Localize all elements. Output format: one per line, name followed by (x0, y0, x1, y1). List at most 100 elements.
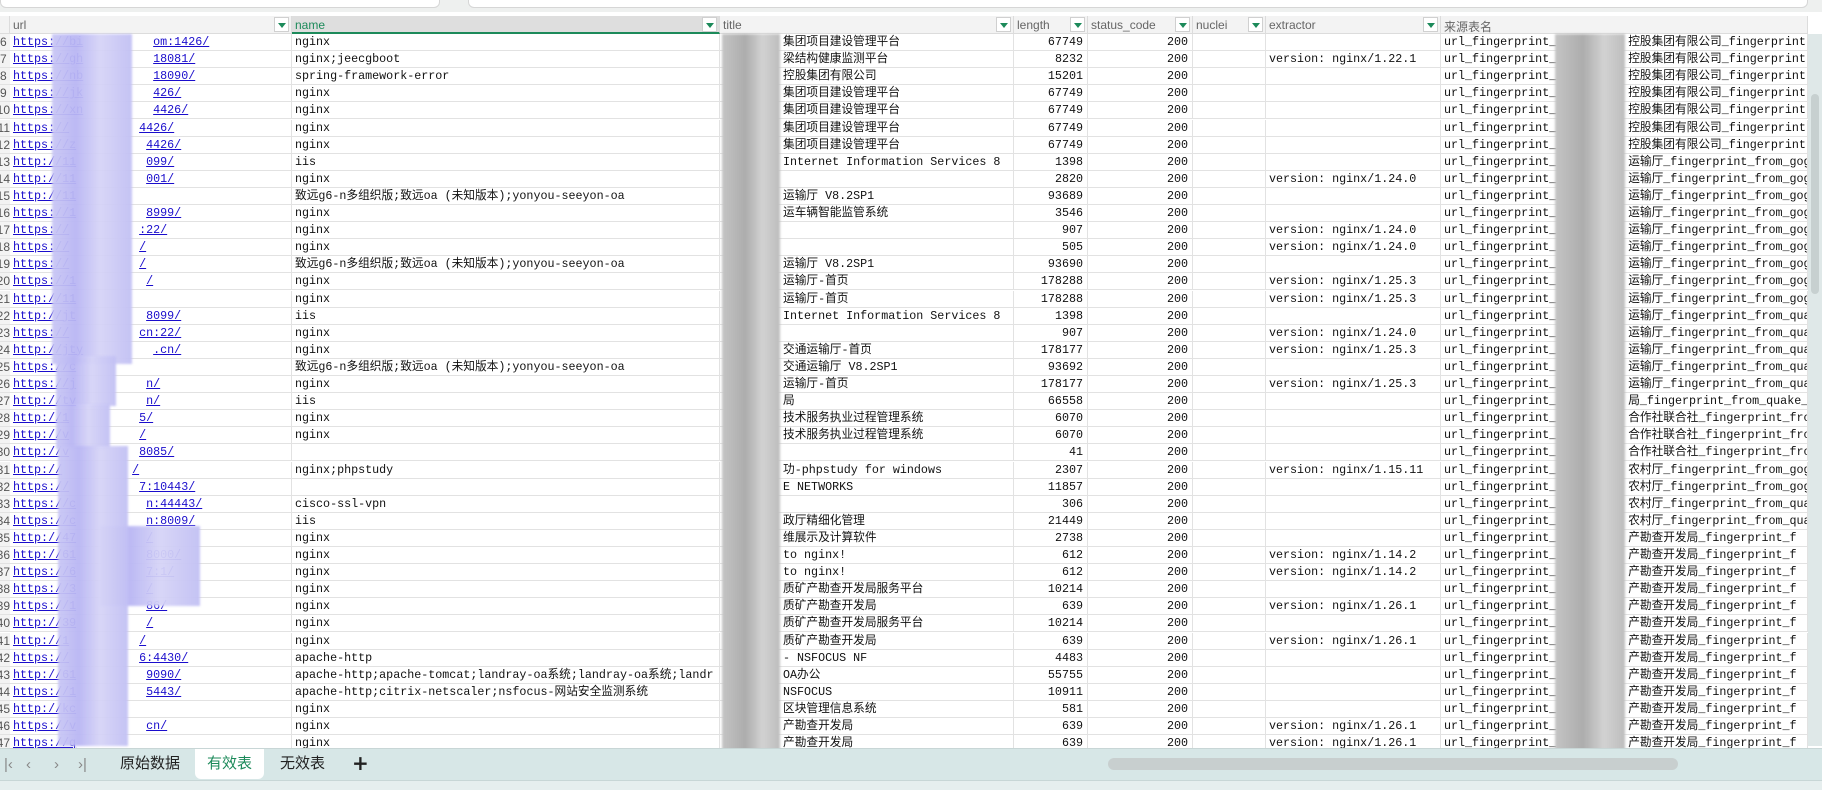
name-cell[interactable] (292, 478, 720, 496)
name-cell[interactable]: iis (292, 307, 720, 325)
row-number[interactable]: 9 (0, 85, 10, 103)
name-cell[interactable]: iis (292, 153, 720, 171)
length-cell[interactable]: 178288 (1014, 273, 1088, 291)
extractor-cell[interactable] (1266, 136, 1441, 154)
status-code-cell[interactable]: 200 (1088, 205, 1193, 223)
length-cell[interactable]: 2820 (1014, 170, 1088, 188)
name-cell[interactable]: apache-http;apache-tomcat;landray-oa系统;l… (292, 666, 720, 684)
extractor-cell[interactable]: version: nginx/1.24.0 (1266, 222, 1441, 240)
name-cell[interactable]: nginx (292, 170, 720, 188)
row-number[interactable]: 21 (0, 290, 10, 308)
length-cell[interactable]: 612 (1014, 547, 1088, 565)
status-code-cell[interactable]: 200 (1088, 307, 1193, 325)
extractor-cell[interactable] (1266, 307, 1441, 325)
formula-input[interactable] (468, 0, 1808, 8)
length-cell[interactable]: 581 (1014, 700, 1088, 718)
filter-dropdown-icon[interactable] (702, 17, 717, 32)
length-cell[interactable]: 93690 (1014, 256, 1088, 274)
length-cell[interactable]: 612 (1014, 564, 1088, 582)
url-cell[interactable]: http://39/ (10, 615, 292, 633)
tab-raw-data[interactable]: 原始数据 (108, 749, 192, 779)
length-cell[interactable]: 505 (1014, 239, 1088, 257)
extractor-cell[interactable]: version: nginx/1.25.3 (1266, 273, 1441, 291)
extractor-cell[interactable] (1266, 495, 1441, 513)
extractor-cell[interactable]: version: nginx/1.22.1 (1266, 51, 1441, 69)
row-number[interactable]: 23 (0, 324, 10, 342)
row-number[interactable]: 26 (0, 376, 10, 394)
name-cell[interactable]: nginx;jeecgboot (292, 51, 720, 69)
name-cell[interactable]: nginx (292, 427, 720, 445)
column-header-name[interactable]: name (292, 16, 720, 34)
status-code-cell[interactable]: 200 (1088, 683, 1193, 701)
filter-dropdown-icon[interactable] (274, 17, 289, 32)
name-cell[interactable]: nginx (292, 239, 720, 257)
url-cell[interactable]: http://v 8085/ (10, 444, 292, 462)
status-code-cell[interactable]: 200 (1088, 495, 1193, 513)
name-cell[interactable]: nginx (292, 85, 720, 103)
scrollbar-thumb[interactable] (1811, 94, 1819, 294)
status-code-cell[interactable]: 200 (1088, 273, 1193, 291)
length-cell[interactable]: 6070 (1014, 427, 1088, 445)
row-number[interactable]: 36 (0, 547, 10, 565)
filter-dropdown-icon[interactable] (996, 17, 1011, 32)
status-code-cell[interactable]: 200 (1088, 564, 1193, 582)
status-code-cell[interactable]: 200 (1088, 718, 1193, 736)
row-number[interactable]: 46 (0, 718, 10, 736)
name-box[interactable] (0, 0, 440, 8)
status-code-cell[interactable]: 200 (1088, 324, 1193, 342)
length-cell[interactable]: 907 (1014, 222, 1088, 240)
nuclei-cell[interactable] (1193, 393, 1266, 411)
url-cell[interactable]: http://tv n/ (10, 393, 292, 411)
status-code-cell[interactable]: 200 (1088, 512, 1193, 530)
url-cell[interactable]: https://6:4430/ (10, 649, 292, 667)
nuclei-cell[interactable] (1193, 529, 1266, 547)
column-header-nuclei[interactable]: nuclei (1193, 16, 1266, 34)
extractor-cell[interactable]: version: nginx/1.25.3 (1266, 376, 1441, 394)
name-cell[interactable]: spring-framework-error (292, 68, 720, 86)
length-cell[interactable]: 21449 (1014, 512, 1088, 530)
nuclei-cell[interactable] (1193, 239, 1266, 257)
name-cell[interactable]: 致远g6-n多组织版;致远oa (未知版本);yonyou-seeyon-oa (292, 256, 720, 274)
status-code-cell[interactable]: 200 (1088, 68, 1193, 86)
status-code-cell[interactable]: 200 (1088, 649, 1193, 667)
nuclei-cell[interactable] (1193, 615, 1266, 633)
nuclei-cell[interactable] (1193, 632, 1266, 650)
row-number[interactable]: 11 (0, 119, 10, 137)
nuclei-cell[interactable] (1193, 256, 1266, 274)
nuclei-cell[interactable] (1193, 512, 1266, 530)
name-cell[interactable]: nginx (292, 564, 720, 582)
length-cell[interactable]: 67749 (1014, 119, 1088, 137)
column-header-status_code[interactable]: status_code (1088, 16, 1193, 34)
name-cell[interactable]: nginx (292, 273, 720, 291)
url-cell[interactable]: http://v / (10, 427, 292, 445)
extractor-cell[interactable] (1266, 34, 1441, 52)
length-cell[interactable]: 178177 (1014, 376, 1088, 394)
status-code-cell[interactable]: 200 (1088, 290, 1193, 308)
status-code-cell[interactable]: 200 (1088, 478, 1193, 496)
nuclei-cell[interactable] (1193, 478, 1266, 496)
row-number[interactable]: 32 (0, 478, 10, 496)
length-cell[interactable]: 178177 (1014, 341, 1088, 359)
status-code-cell[interactable]: 200 (1088, 187, 1193, 205)
length-cell[interactable]: 3546 (1014, 205, 1088, 223)
filter-dropdown-icon[interactable] (1175, 17, 1190, 32)
length-cell[interactable]: 639 (1014, 598, 1088, 616)
extractor-cell[interactable] (1266, 666, 1441, 684)
row-number[interactable]: 20 (0, 273, 10, 291)
status-code-cell[interactable]: 200 (1088, 547, 1193, 565)
add-sheet-button[interactable]: + (340, 749, 381, 779)
name-cell[interactable]: iis (292, 393, 720, 411)
url-cell[interactable]: http://1 5/ (10, 410, 292, 428)
name-cell[interactable]: nginx (292, 341, 720, 359)
length-cell[interactable]: 15201 (1014, 68, 1088, 86)
nuclei-cell[interactable] (1193, 51, 1266, 69)
extractor-cell[interactable] (1266, 529, 1441, 547)
corner-cell[interactable] (0, 16, 10, 34)
length-cell[interactable]: 41 (1014, 444, 1088, 462)
extractor-cell[interactable]: version: nginx/1.26.1 (1266, 632, 1441, 650)
row-number[interactable]: 43 (0, 666, 10, 684)
status-code-cell[interactable]: 200 (1088, 34, 1193, 52)
nuclei-cell[interactable] (1193, 376, 1266, 394)
extractor-cell[interactable]: version: nginx/1.24.0 (1266, 324, 1441, 342)
extractor-cell[interactable] (1266, 68, 1441, 86)
